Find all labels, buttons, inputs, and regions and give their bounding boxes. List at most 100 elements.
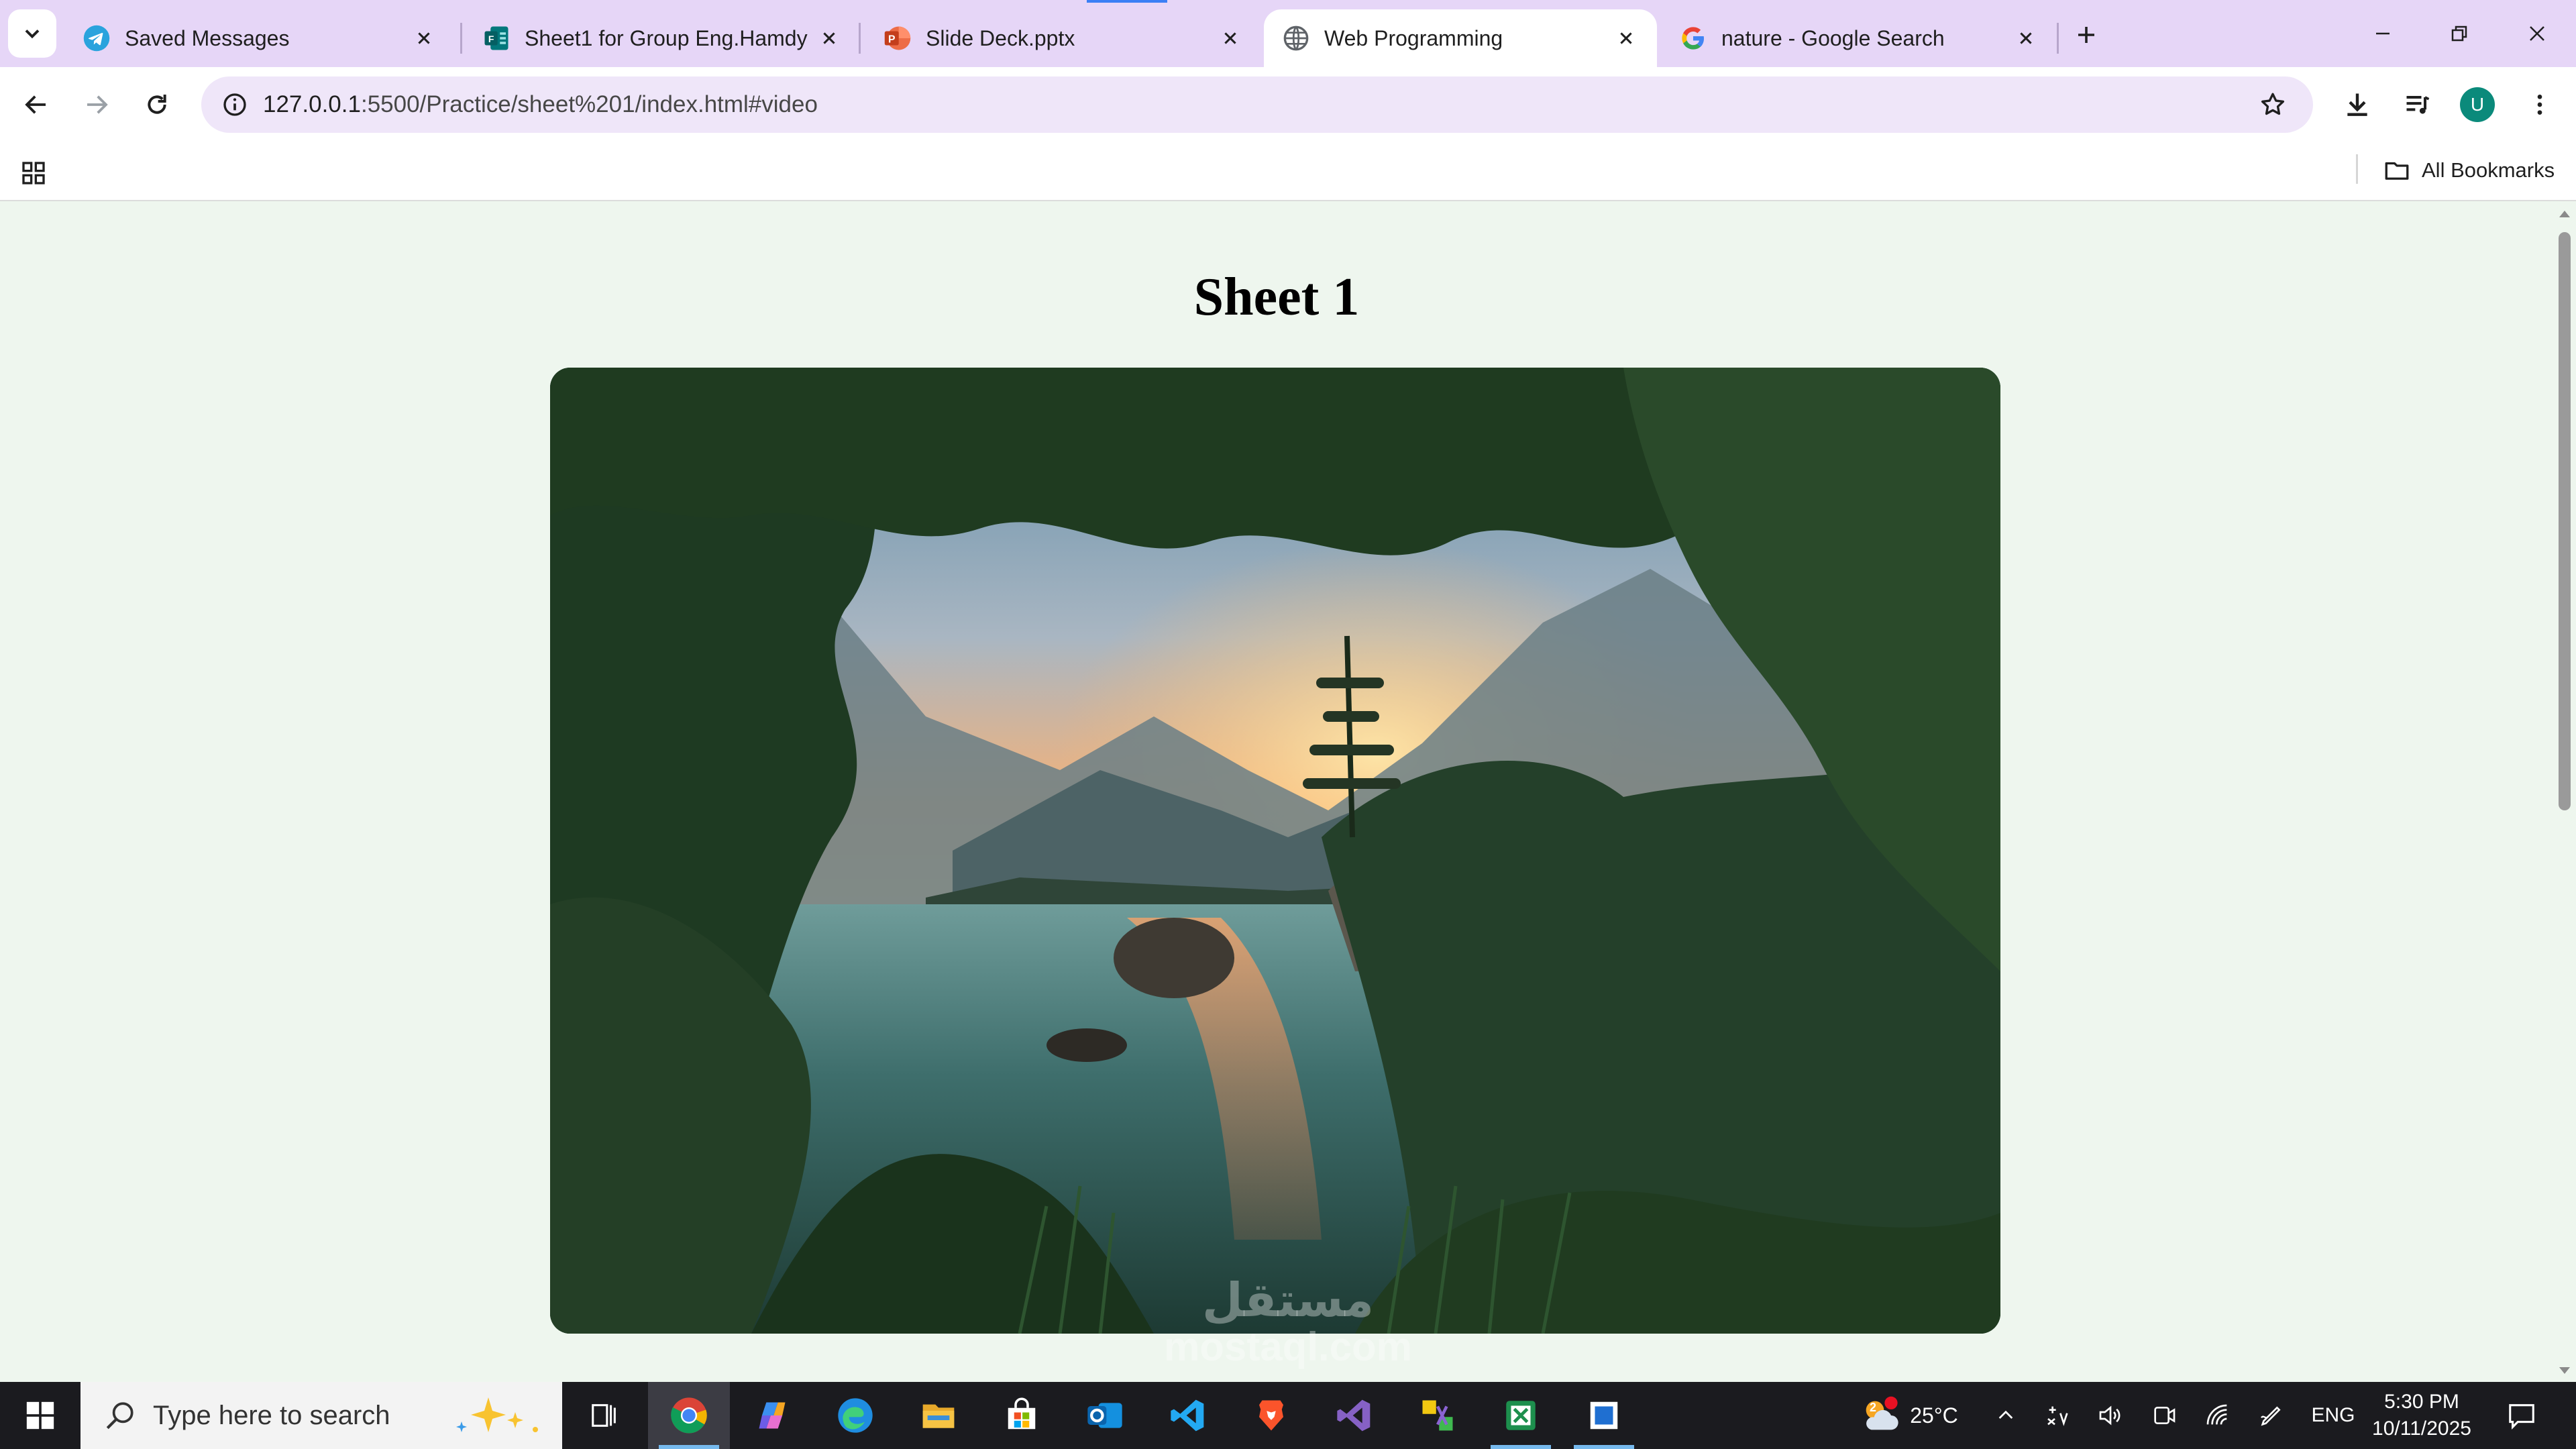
taskbar-edge[interactable] [814,1382,896,1449]
app-icon [1422,1400,1453,1431]
active-indicator [1574,1445,1634,1449]
globe-icon [1281,23,1311,53]
clock-time: 5:30 PM [2384,1391,2459,1413]
tab-slide-deck[interactable]: P Slide Deck.pptx [865,9,1261,67]
tab-search-button[interactable] [8,9,56,58]
playlist-icon [2406,95,2430,114]
notification-center-button[interactable] [2498,1382,2545,1449]
watermark-url: mostaql.com [1163,1324,1413,1369]
close-icon[interactable] [1216,23,1245,53]
weather-badge: 2 [1869,1401,1876,1414]
all-bookmarks-button[interactable]: All Bookmarks [2383,152,2555,189]
pen-workspace-button[interactable] [2253,1382,2290,1449]
tab-saved-messages[interactable]: Saved Messages [64,9,455,67]
close-icon [2530,26,2544,41]
windows-icon [26,1401,54,1430]
more-vert-icon [2537,95,2542,115]
scroll-up-arrow[interactable] [2559,211,2570,217]
address-bar[interactable]: 127.0.0.1:5500/Practice/sheet%201/index.… [201,76,2313,133]
tab-title: Web Programming [1324,25,1503,50]
bookmark-star-button[interactable] [2255,87,2290,122]
close-icon[interactable] [814,23,844,53]
reload-button[interactable] [133,80,181,129]
taskbar-copilot[interactable] [731,1382,813,1449]
taskbar-app[interactable] [1397,1382,1479,1449]
camera-icon [2154,1407,2176,1424]
language-indicator[interactable]: ENG [2306,1382,2360,1449]
keyboard-icon [2047,1406,2068,1426]
meet-now-button[interactable] [2145,1382,2183,1449]
close-window-button[interactable] [2500,0,2575,67]
wifi-icon [2206,1404,2227,1425]
taskbar-excel[interactable] [1480,1382,1562,1449]
downloads-button[interactable] [2333,80,2381,129]
tab-web-programming[interactable]: Web Programming [1264,9,1657,67]
start-button[interactable] [0,1382,80,1449]
taskbar-blue-app[interactable] [1563,1382,1645,1449]
media-controls-button[interactable] [2394,80,2442,129]
arrow-left-icon [25,95,46,114]
task-view-icon [592,1404,616,1427]
tab-separator [859,23,861,54]
close-icon[interactable] [409,23,439,53]
bookmarks-bar: All Bookmarks [0,142,2576,201]
site-info-button[interactable] [216,86,254,123]
tab-title: Sheet1 for Group Eng.Hamdy [525,25,808,50]
taskbar-chrome[interactable] [648,1382,730,1449]
tab-nature-search[interactable]: nature - Google Search [1661,9,2057,67]
weather-widget[interactable]: 25°C [1838,1382,1979,1449]
back-button[interactable] [12,80,60,129]
show-hidden-icons-button[interactable] [1987,1382,2025,1449]
taskbar-search-box[interactable]: Type here to search [80,1382,562,1449]
star-icon [2261,93,2285,115]
forward-button[interactable] [72,80,121,129]
windows-taskbar: Type here to search 25°C 2 ENG 5:30 PM 1… [0,1382,2576,1449]
reload-icon [148,95,166,114]
weather-temp: 25°C [1910,1403,1958,1428]
apps-button[interactable] [16,156,51,191]
profile-avatar[interactable]: U [2460,87,2495,122]
download-icon [2347,93,2367,116]
pen-icon [2261,1406,2281,1426]
volume-button[interactable] [2092,1382,2129,1449]
folder-icon [2385,162,2409,180]
taskbar-outlook[interactable] [1064,1382,1146,1449]
excel-icon [1506,1401,1536,1430]
app-blue-icon [1590,1401,1618,1430]
url-text[interactable]: 127.0.0.1:5500/Practice/sheet%201/index.… [263,76,818,133]
taskbar-visual-studio[interactable] [1313,1382,1395,1449]
minimize-button[interactable] [2345,0,2420,67]
browser-toolbar: 127.0.0.1:5500/Practice/sheet%201/index.… [0,67,2576,142]
restore-button[interactable] [2422,0,2497,67]
taskbar-file-explorer[interactable] [898,1382,979,1449]
microsoft-store-icon [1008,1397,1036,1430]
task-view-button[interactable] [564,1382,645,1449]
bookmarks-divider [2356,154,2358,184]
taskbar-microsoft-store[interactable] [981,1382,1063,1449]
clock[interactable]: 5:30 PM 10/11/2025 [2361,1389,2482,1442]
svg-text:P: P [888,34,896,46]
svg-text:F: F [488,34,494,44]
vscode-icon [1171,1399,1204,1432]
close-icon[interactable] [2011,23,2041,53]
scroll-thumb[interactable] [2559,232,2571,810]
clock-date: 10/11/2025 [2372,1417,2471,1440]
menu-button[interactable] [2516,80,2564,129]
scroll-down-arrow[interactable] [2559,1367,2570,1374]
close-icon[interactable] [1611,23,1641,53]
new-tab-button[interactable] [2066,15,2106,55]
url-path: :5500/Practice/sheet%201/index.html#vide… [360,91,818,117]
taskbar-vscode[interactable] [1147,1382,1229,1449]
brave-icon [1259,1400,1283,1431]
search-placeholder: Type here to search [153,1400,390,1430]
info-icon [223,93,246,116]
pen-tray-button[interactable] [2039,1382,2077,1449]
network-button[interactable] [2199,1382,2237,1449]
tab-separator [2057,23,2059,54]
outlook-icon [1087,1403,1122,1428]
tab-separator [460,23,462,54]
taskbar-brave[interactable] [1230,1382,1312,1449]
tab-title: Slide Deck.pptx [926,25,1075,50]
tab-sheet1[interactable]: F Sheet1 for Group Eng.Hamdy [464,9,860,67]
page-scrollbar[interactable] [2553,203,2576,1382]
